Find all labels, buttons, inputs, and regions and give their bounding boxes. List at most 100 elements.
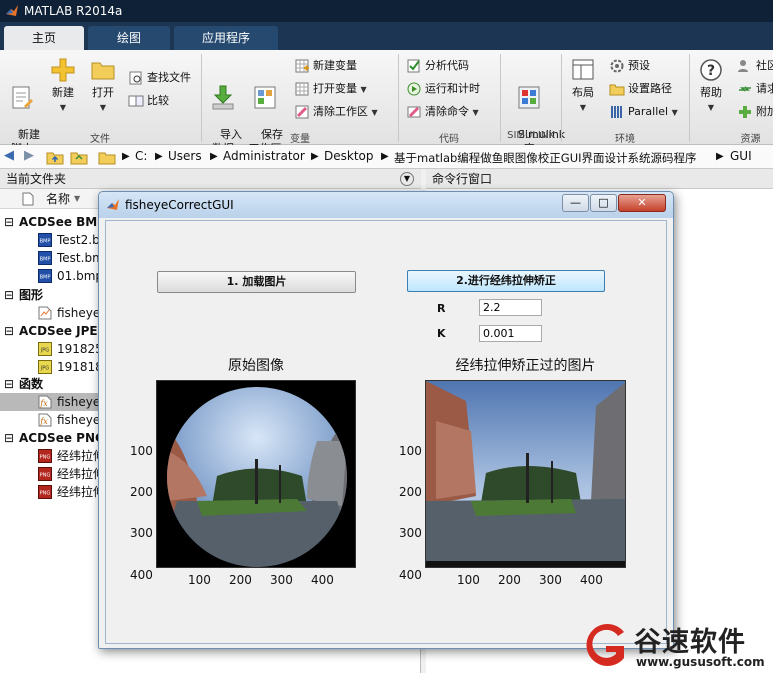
load-image-button[interactable]: 1. 加载图片 — [157, 271, 356, 293]
y-tick-label: 100 — [399, 444, 422, 458]
tab-home[interactable]: 主页 — [4, 26, 84, 50]
import-data-icon — [212, 85, 234, 110]
group-divider — [689, 54, 690, 142]
panel-menu-icon[interactable]: ▼ — [400, 172, 414, 186]
correct-image-button[interactable]: 2.进行经纬拉伸矫正 — [407, 270, 605, 292]
path-segment[interactable]: 基于matlab编程做鱼眼图像校正GUI界面设计系统源码程序 — [394, 150, 697, 166]
new-variable-button[interactable]: 新建变量 — [294, 58, 357, 74]
close-icon[interactable]: ✕ — [618, 194, 666, 212]
maximize-icon[interactable]: □ — [590, 194, 617, 212]
file-item[interactable]: 01.bmp — [57, 267, 103, 285]
set-path-button[interactable]: 设置路径 — [609, 81, 672, 97]
simulink-group-label: SIMULINK — [507, 130, 555, 141]
compare-button[interactable]: 比较 — [128, 93, 169, 109]
corrected-image-axes — [425, 380, 626, 568]
help-button[interactable]: ? 帮助 ▼ — [694, 56, 728, 115]
addons-button[interactable]: 附加 — [737, 104, 773, 120]
clear-workspace-button[interactable]: 清除工作区 ▼ — [294, 104, 378, 121]
file-item[interactable]: fisheye — [57, 411, 100, 429]
layout-button[interactable]: 布局 ▼ — [566, 56, 600, 115]
file-item[interactable]: fisheye — [57, 393, 100, 411]
folder-icon — [98, 152, 116, 165]
support-icon — [739, 86, 751, 92]
tab-apps[interactable]: 应用程序 — [174, 26, 278, 50]
sort-arrow-icon: ▼ — [74, 194, 81, 203]
dialog-title-bar[interactable]: fisheyeCorrectGUI — □ ✕ — [99, 192, 673, 218]
png-file-icon: PNG — [38, 485, 52, 499]
x-tick-label: 300 — [270, 573, 293, 587]
new-button[interactable]: 新建 ▼ — [46, 56, 80, 115]
collapse-icon[interactable]: ⊟ — [4, 429, 14, 447]
group-acdsee-bmp[interactable]: ACDSee BMP — [19, 213, 106, 231]
up-folder-icon[interactable] — [46, 148, 64, 166]
find-files-button[interactable]: 查找文件 — [128, 70, 191, 86]
app-title-bar: MATLAB R2014a — [0, 0, 773, 22]
collapse-icon[interactable]: ⊟ — [4, 286, 14, 304]
y-tick-label: 200 — [130, 485, 153, 499]
new-script-icon — [12, 86, 33, 109]
minimize-icon[interactable]: — — [562, 194, 589, 212]
bmp-file-icon: BMP — [38, 269, 52, 283]
x-tick-label: 200 — [498, 573, 521, 587]
addons-icon — [739, 106, 751, 118]
name-column-header[interactable]: 名称 — [46, 189, 70, 209]
collapse-icon[interactable]: ⊟ — [4, 322, 14, 340]
x-tick-label: 400 — [580, 573, 603, 587]
jpg-file-icon: JPG — [38, 342, 52, 356]
bmp-badge-text: BMP — [40, 257, 51, 263]
group-divider — [500, 54, 501, 142]
group-acdsee-png[interactable]: ACDSee PNG — [19, 429, 105, 447]
dialog-client-area: 1. 加载图片 2.进行经纬拉伸矫正 R K 原始图像 — [105, 220, 667, 644]
path-segment[interactable]: Desktop — [324, 149, 374, 163]
path-segment[interactable]: GUI — [730, 149, 752, 163]
x-tick-label: 200 — [229, 573, 252, 587]
request-support-button[interactable]: 请求 — [737, 81, 773, 97]
path-segment[interactable]: Administrator — [223, 149, 305, 163]
k-input[interactable] — [479, 325, 542, 342]
path-separator-icon: ▶ — [155, 151, 163, 162]
png-file-icon: PNG — [38, 449, 52, 463]
path-separator-icon: ▶ — [210, 151, 218, 162]
forward-arrow-icon[interactable]: ▶ — [24, 148, 34, 163]
chevron-down-icon: ▼ — [360, 85, 367, 94]
chevron-down-icon: ▼ — [579, 103, 587, 112]
current-folder-title: 当前文件夹 — [6, 172, 67, 186]
jpg-file-icon: JPG — [38, 360, 52, 374]
collapse-icon[interactable]: ⊟ — [4, 213, 14, 231]
watermark-url: www.gususoft.com — [636, 655, 765, 669]
path-segment[interactable]: C: — [135, 149, 147, 163]
parallel-icon — [611, 106, 622, 118]
back-arrow-icon[interactable]: ◀ — [4, 148, 14, 163]
figure-file-icon — [38, 306, 52, 320]
file-item[interactable]: 191825 — [57, 340, 103, 358]
file-item[interactable]: fisheye — [57, 304, 100, 322]
chevron-down-icon: ▼ — [671, 108, 678, 117]
community-button[interactable]: 社区 — [737, 58, 773, 74]
r-input[interactable] — [479, 299, 542, 316]
set-path-icon — [609, 84, 625, 96]
fisheye-correct-dialog: fisheyeCorrectGUI — □ ✕ 1. 加载图片 2.进行经纬拉伸… — [98, 191, 674, 649]
collapse-icon[interactable]: ⊟ — [4, 375, 14, 393]
clear-commands-button[interactable]: 清除命令 ▼ — [406, 104, 479, 121]
path-segment[interactable]: Users — [168, 149, 202, 163]
preferences-button[interactable]: 预设 — [609, 58, 650, 74]
group-figures[interactable]: 图形 — [19, 286, 43, 304]
variable-group-label: 变量 — [290, 134, 310, 145]
group-functions[interactable]: 函数 — [19, 375, 43, 393]
analyze-code-button[interactable]: 分析代码 — [406, 58, 469, 74]
parallel-button[interactable]: Parallel ▼ — [609, 104, 678, 121]
group-acdsee-jpeg[interactable]: ACDSee JPEG — [19, 322, 107, 340]
new-variable-icon — [295, 59, 309, 73]
run-and-time-button[interactable]: 运行和计时 — [406, 81, 480, 97]
open-variable-icon — [295, 82, 309, 96]
tab-plots[interactable]: 绘图 — [88, 26, 170, 50]
watermark-brand: 谷速软件 — [634, 627, 746, 658]
open-button[interactable]: 打开 ▼ — [86, 56, 120, 115]
watermark: 谷速软件 www.gususoft.com — [578, 620, 773, 673]
current-folder-header: 当前文件夹 ▼ — [0, 169, 421, 189]
bmp-file-icon: BMP — [38, 251, 52, 265]
browse-folder-icon[interactable] — [70, 148, 88, 166]
file-item[interactable]: 191818 — [57, 358, 103, 376]
open-variable-button[interactable]: 打开变量 ▼ — [294, 81, 367, 98]
dialog-title: fisheyeCorrectGUI — [125, 198, 234, 212]
